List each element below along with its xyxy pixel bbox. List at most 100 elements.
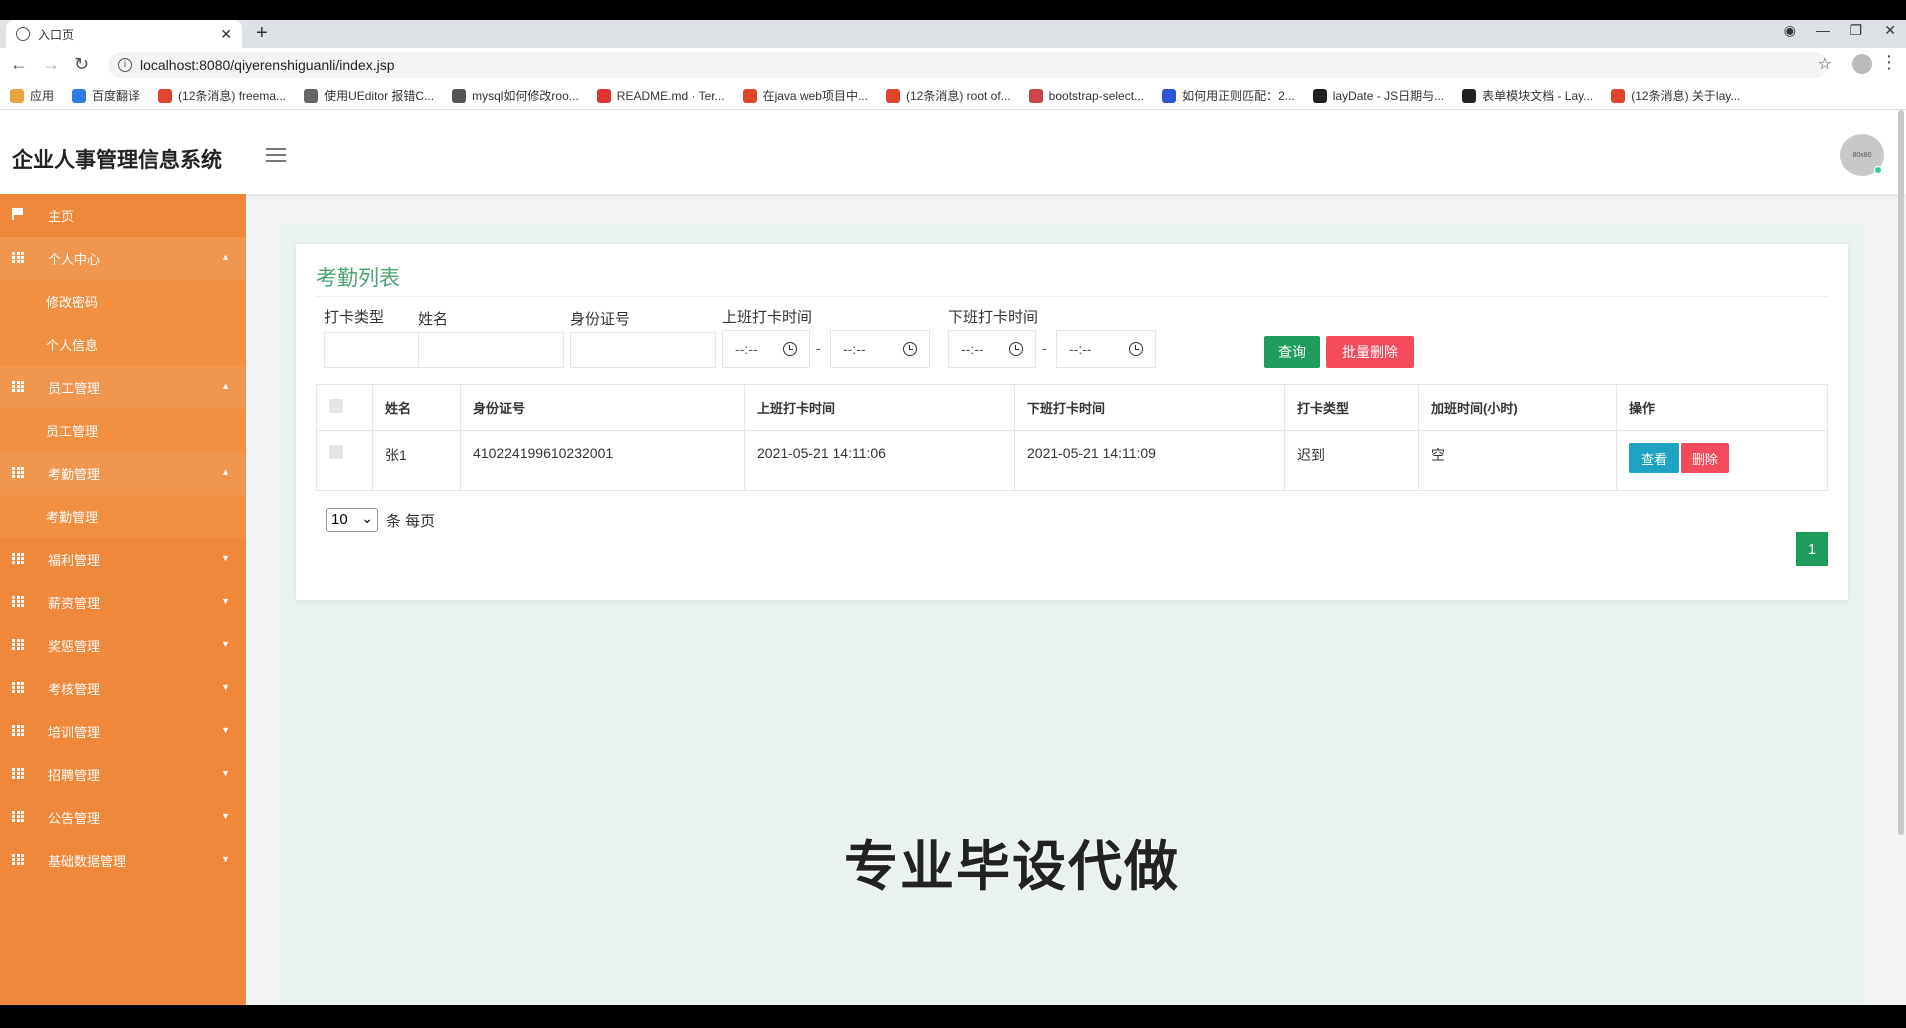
sidebar-group[interactable]: 福利管理 ▼ (0, 538, 246, 581)
cell-on-time: 2021-05-21 14:11:06 (744, 430, 1015, 491)
bookmark-item[interactable]: 如何用正则匹配：2... (1162, 87, 1295, 104)
row-checkbox[interactable] (329, 445, 343, 459)
bookmark-item[interactable]: (12条消息) 关于lay... (1611, 87, 1740, 104)
bookmark-item[interactable]: 在java web项目中... (742, 87, 868, 104)
column-header[interactable]: 上班打卡时间 (744, 384, 1015, 431)
sidebar-group[interactable]: 基础数据管理 ▼ (0, 839, 246, 882)
sidebar-group[interactable]: 奖惩管理 ▼ (0, 624, 246, 667)
sidebar-group[interactable]: 薪资管理 ▼ (0, 581, 246, 624)
column-header[interactable]: 姓名 (372, 384, 461, 431)
clock-icon[interactable] (783, 342, 797, 356)
bookmark-item[interactable]: bootstrap-select... (1028, 88, 1145, 103)
browser-toolbar: ← → ↻ i localhost:8080/qiyerenshiguanli/… (0, 48, 1906, 82)
id-filter-input[interactable] (570, 332, 716, 368)
sidebar-subitem[interactable]: 员工管理 (0, 409, 246, 452)
batch-delete-button[interactable]: 批量删除 (1326, 336, 1414, 368)
grid-icon (12, 725, 24, 736)
address-bar[interactable]: i localhost:8080/qiyerenshiguanli/index.… (108, 52, 1828, 78)
delete-button[interactable]: 删除 (1680, 443, 1729, 473)
sidebar-group[interactable]: 招聘管理 ▼ (0, 753, 246, 796)
bookmark-favicon-icon (158, 88, 173, 103)
off-time-start-input[interactable]: --:-- (948, 330, 1036, 368)
bookmark-item[interactable]: 表单模块文档 - Lay... (1462, 87, 1593, 104)
sidebar-item-label: 基础数据管理 (48, 854, 127, 869)
sidebar-subitem[interactable]: 考勤管理 (0, 495, 246, 538)
tab-search-icon[interactable]: ◉ (1784, 22, 1796, 39)
profile-icon[interactable] (1852, 54, 1872, 74)
bookmark-item[interactable]: 使用UEditor 报错C... (304, 87, 434, 104)
bookmark-item[interactable]: README.md · Ter... (596, 88, 725, 103)
off-time-end-input[interactable]: --:-- (1056, 330, 1156, 368)
cell-type: 迟到 (1284, 430, 1419, 491)
on-time-end-input[interactable]: --:-- (830, 330, 930, 368)
browser-tab[interactable]: 入口页 ✕ (6, 20, 242, 48)
bookmark-item[interactable]: mysql如何修改roo... (452, 87, 579, 104)
table-header-row: 姓名 身份证号 上班打卡时间 下班打卡时间 打卡类型 加班时间(小时) 操作 (316, 384, 1828, 431)
sidebar-item-label: 公告管理 (48, 811, 101, 826)
bookmark-item[interactable]: layDate - JS日期与... (1312, 87, 1444, 104)
close-tab-icon[interactable]: ✕ (220, 26, 232, 43)
chevron-down-icon: ▼ (221, 854, 230, 864)
window-close-icon[interactable]: ✕ (1884, 22, 1896, 39)
restore-icon[interactable]: ❐ (1849, 22, 1862, 39)
name-filter-input[interactable] (418, 332, 564, 368)
column-header[interactable]: 打卡类型 (1284, 384, 1419, 431)
new-tab-icon[interactable]: + (256, 22, 268, 45)
sidebar-item-home[interactable]: 主页 (0, 194, 246, 237)
chevron-down-icon: ▼ (221, 768, 230, 778)
bookmark-item[interactable]: (12条消息) freema... (158, 87, 286, 104)
avatar-placeholder-text: 80x80 (1852, 151, 1872, 159)
bookmark-label: 在java web项目中... (762, 89, 868, 103)
bookmark-label: 使用UEditor 报错C... (324, 89, 435, 103)
sidebar-item-label: 福利管理 (48, 553, 101, 568)
clock-icon[interactable] (1129, 342, 1143, 356)
bookmark-item[interactable]: 应用 (10, 87, 54, 104)
bookmark-label: 表单模块文档 - Lay... (1482, 89, 1594, 103)
bookmark-item[interactable]: (12条消息) root of... (885, 87, 1011, 104)
grid-icon (12, 381, 24, 392)
chevron-up-icon: ▲ (221, 381, 230, 391)
bookmark-favicon-icon (1611, 88, 1626, 103)
bookmark-favicon-icon (1162, 88, 1177, 103)
id-filter-label: 身份证号 (570, 311, 631, 328)
hamburger-menu-icon[interactable] (266, 148, 286, 162)
sidebar-group[interactable]: 个人中心 ▲ (0, 237, 246, 280)
menu-kebab-icon[interactable]: ⋮ (1880, 52, 1898, 73)
column-header[interactable]: 下班打卡时间 (1014, 384, 1285, 431)
grid-icon (12, 811, 24, 822)
cell-off-time: 2021-05-21 14:11:09 (1014, 430, 1285, 491)
avatar[interactable]: 80x80 (1840, 134, 1884, 176)
column-header[interactable]: 身份证号 (460, 384, 745, 431)
back-icon[interactable]: ← (10, 54, 28, 75)
sidebar-group[interactable]: 培训管理 ▼ (0, 710, 246, 753)
page-size-select[interactable]: 10 (326, 507, 378, 532)
sidebar-item-label: 招聘管理 (48, 768, 101, 783)
sidebar-group[interactable]: 考核管理 ▼ (0, 667, 246, 710)
query-button[interactable]: 查询 (1264, 336, 1320, 368)
select-all-checkbox[interactable] (329, 399, 343, 413)
bookmark-label: bootstrap-select... (1048, 88, 1145, 103)
column-header[interactable]: 加班时间(小时) (1418, 384, 1617, 431)
on-time-start-input[interactable]: --:-- (722, 330, 810, 368)
bookmark-star-icon[interactable]: ☆ (1818, 54, 1832, 74)
page-number-button[interactable]: 1 (1796, 532, 1828, 566)
sidebar-subitem[interactable]: 修改密码 (0, 280, 246, 323)
page-size-value: 10 (331, 511, 348, 528)
view-button[interactable]: 查看 (1629, 443, 1679, 473)
forward-icon[interactable]: → (42, 54, 60, 75)
bookmark-item[interactable]: 百度翻译 (72, 87, 140, 104)
on-time-filter-label: 上班打卡时间 (722, 309, 813, 326)
scrollbar[interactable] (1898, 110, 1904, 835)
range-separator: - (816, 340, 821, 356)
column-header: 操作 (1616, 384, 1828, 431)
sidebar-subitem[interactable]: 个人信息 (0, 323, 246, 366)
reload-icon[interactable]: ↻ (74, 54, 89, 75)
minimize-icon[interactable]: — (1816, 22, 1830, 38)
sidebar-group[interactable]: 员工管理 ▲ (0, 366, 246, 409)
sidebar-group[interactable]: 公告管理 ▼ (0, 796, 246, 839)
clock-icon[interactable] (903, 342, 917, 356)
clock-icon[interactable] (1009, 342, 1023, 356)
sidebar-item-label: 考勤管理 (48, 467, 101, 482)
sidebar-group[interactable]: 考勤管理 ▲ (0, 452, 246, 495)
info-icon[interactable]: i (118, 58, 132, 72)
